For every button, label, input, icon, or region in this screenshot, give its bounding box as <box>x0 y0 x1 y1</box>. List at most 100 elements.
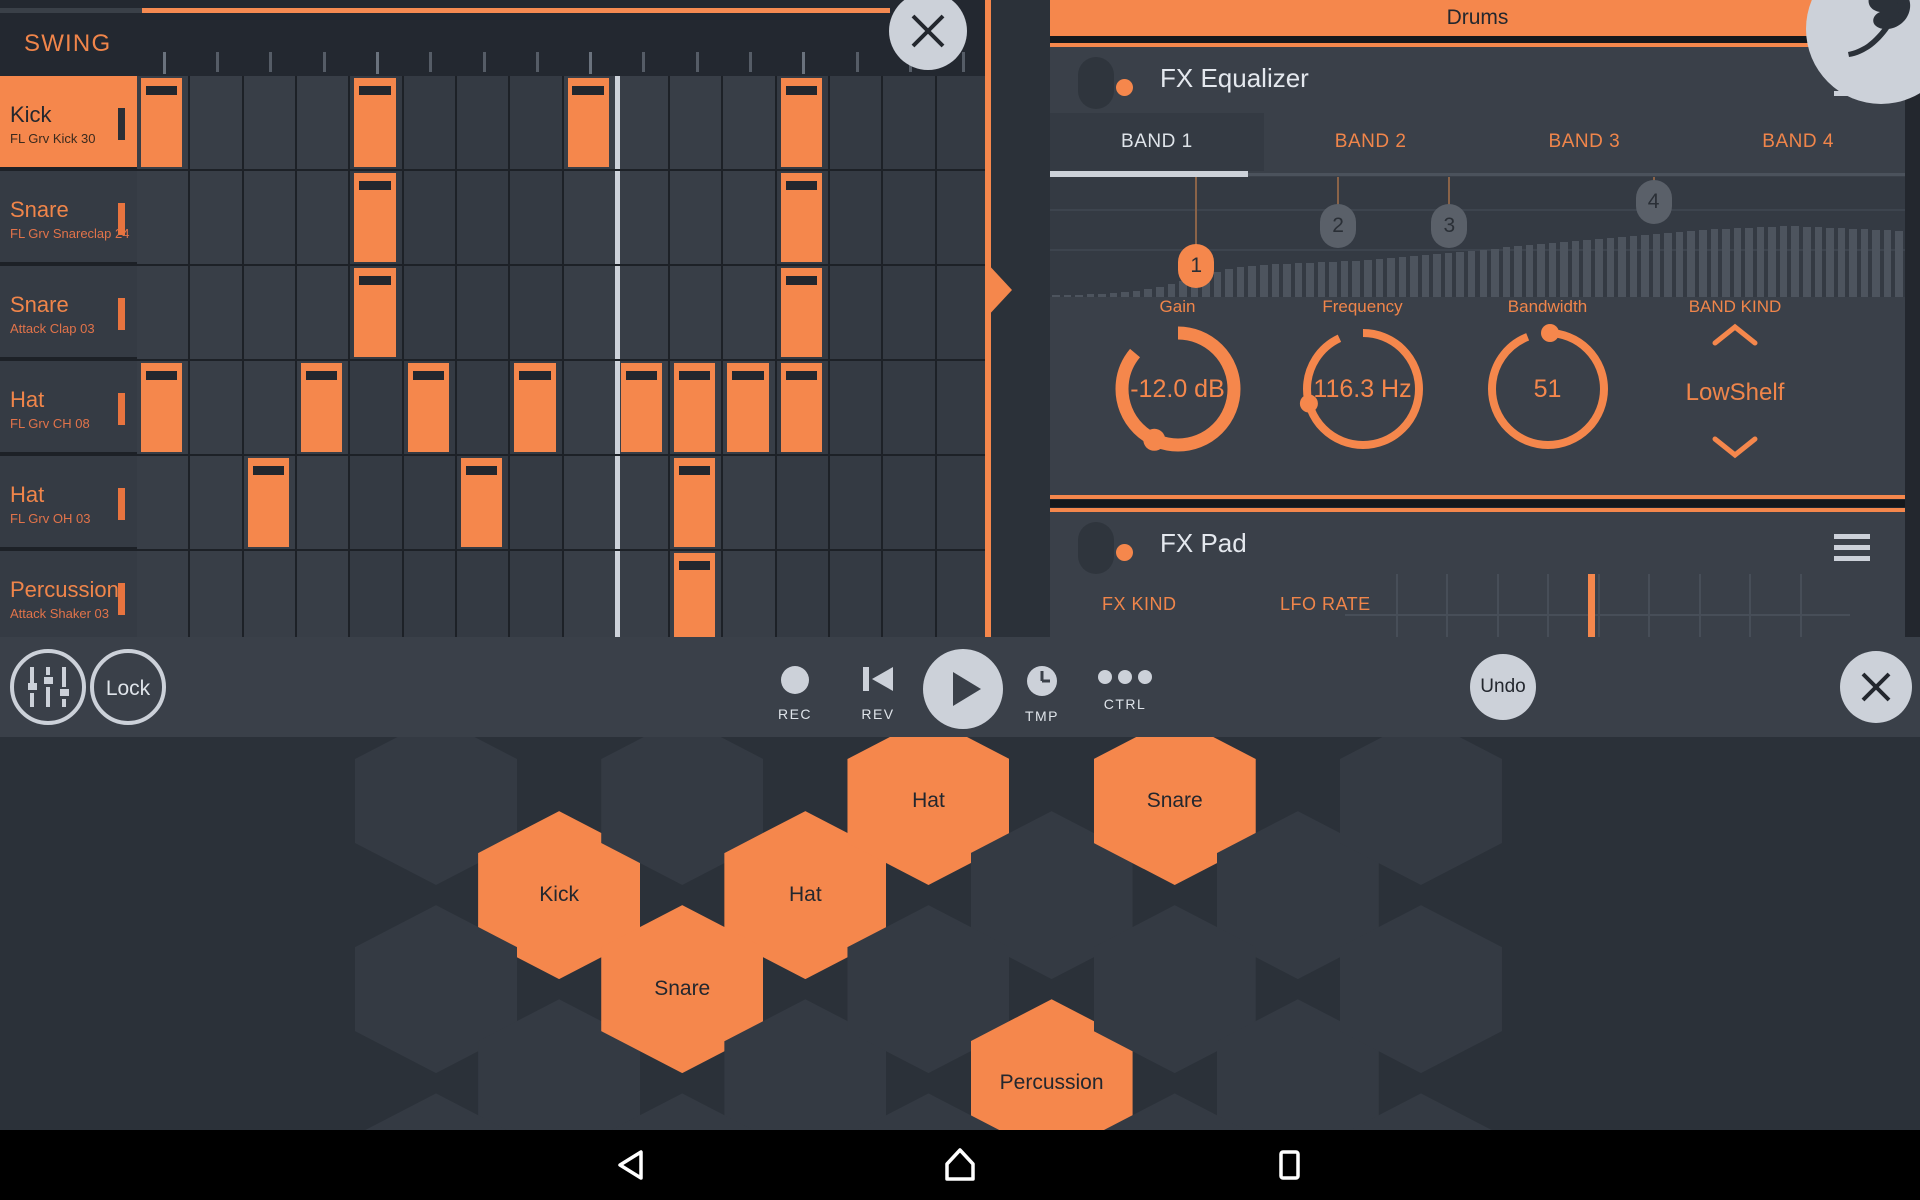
swing-slider-track[interactable] <box>0 8 142 13</box>
step-cell[interactable] <box>190 76 244 169</box>
swing-slider-fill[interactable] <box>142 8 890 13</box>
eq-band-handle[interactable]: 2 <box>1320 204 1357 249</box>
step-cell[interactable] <box>883 456 937 549</box>
tempo-button[interactable]: TMP <box>1012 665 1072 724</box>
step-cell[interactable] <box>456 551 511 637</box>
close-panel-button[interactable] <box>1840 651 1912 723</box>
track-volume-indicator[interactable] <box>118 203 125 235</box>
step-cell[interactable] <box>830 456 884 549</box>
track-volume-indicator[interactable] <box>118 393 125 425</box>
step-cell[interactable] <box>830 361 884 454</box>
step-cell[interactable] <box>190 456 244 549</box>
step-cell[interactable] <box>296 171 351 264</box>
panel-expand-arrow-icon[interactable] <box>986 262 1012 318</box>
step-cell[interactable] <box>936 551 990 637</box>
playhead[interactable] <box>614 361 620 454</box>
step-cell[interactable] <box>670 266 724 359</box>
playhead[interactable] <box>614 171 620 264</box>
beat-ruler[interactable] <box>137 52 990 76</box>
step-cell[interactable] <box>936 76 990 169</box>
step-cell[interactable] <box>456 171 511 264</box>
step-note[interactable] <box>141 363 183 452</box>
step-cell[interactable] <box>243 76 297 169</box>
step-cell[interactable] <box>403 76 457 169</box>
eq-band-handle[interactable]: 3 <box>1431 204 1468 249</box>
eq-knob[interactable]: Bandwidth 51 <box>1450 297 1645 457</box>
step-cell[interactable] <box>190 266 244 359</box>
eq-band-tab[interactable]: BAND 4 <box>1691 113 1905 171</box>
step-cell[interactable] <box>510 551 564 637</box>
step-cell[interactable] <box>137 456 191 549</box>
playhead[interactable] <box>614 551 620 637</box>
eq-curve-display[interactable]: 1 2 3 4 <box>1050 177 1905 297</box>
step-cell[interactable] <box>723 76 777 169</box>
playhead[interactable] <box>614 456 620 549</box>
step-note[interactable] <box>354 268 396 357</box>
band-kind-selector[interactable]: BAND KIND LowShelf <box>1650 297 1820 461</box>
ctrl-button[interactable]: CTRL <box>1092 669 1158 712</box>
step-cell[interactable] <box>723 551 777 637</box>
knob-dial[interactable]: -12.0 dB <box>1110 321 1246 457</box>
step-cell[interactable] <box>296 266 351 359</box>
step-cell[interactable] <box>563 551 617 637</box>
step-cell[interactable] <box>776 551 831 637</box>
step-cell[interactable] <box>403 266 457 359</box>
step-cell[interactable] <box>296 76 351 169</box>
step-cell[interactable] <box>616 171 671 264</box>
step-cell[interactable] <box>936 266 990 359</box>
step-cell[interactable] <box>616 266 671 359</box>
step-note[interactable] <box>567 78 609 167</box>
sequencer-rows[interactable]: Kick FL Grv Kick 30 Snare FL Grv Snareclap … <box>0 76 990 637</box>
step-cell[interactable] <box>190 551 244 637</box>
step-cell[interactable] <box>243 171 297 264</box>
step-cell[interactable] <box>830 266 884 359</box>
playhead[interactable] <box>614 266 620 359</box>
eq-knob[interactable]: Frequency 116.3 Hz <box>1265 297 1460 457</box>
record-button[interactable]: REC <box>765 665 825 722</box>
step-cell[interactable] <box>296 456 351 549</box>
step-note[interactable] <box>247 458 289 547</box>
step-note[interactable] <box>674 363 716 452</box>
track-header[interactable]: Kick FL Grv Kick 30 <box>0 76 137 169</box>
eq-knob-row[interactable]: Gain -12.0 dB Frequency 116.3 Hz Bandwidth 51… <box>1050 297 1905 487</box>
fx-equalizer-power-toggle[interactable] <box>1078 57 1133 109</box>
eq-band-handle[interactable]: 1 <box>1178 243 1215 288</box>
step-note[interactable] <box>674 553 716 637</box>
sequencer-track-row[interactable]: Kick FL Grv Kick 30 <box>0 76 990 171</box>
android-back-button[interactable] <box>612 1144 654 1191</box>
track-header[interactable]: Percussion Attack Shaker 03 <box>0 551 137 637</box>
step-cell[interactable] <box>670 171 724 264</box>
step-cell[interactable] <box>137 551 191 637</box>
playhead[interactable] <box>614 76 620 169</box>
eq-band-handle[interactable]: 4 <box>1635 180 1672 225</box>
track-step-grid[interactable] <box>137 266 990 359</box>
step-cell[interactable] <box>510 171 564 264</box>
step-cell[interactable] <box>456 266 511 359</box>
sequencer-track-row[interactable]: Hat FL Grv OH 03 <box>0 456 990 551</box>
chevron-up-icon[interactable] <box>1710 321 1760 349</box>
step-cell[interactable] <box>883 266 937 359</box>
step-cell[interactable] <box>243 361 297 454</box>
track-volume-indicator[interactable] <box>118 583 125 615</box>
lock-button[interactable]: Lock <box>90 649 166 725</box>
step-cell[interactable] <box>563 456 617 549</box>
step-cell[interactable] <box>563 266 617 359</box>
step-cell[interactable] <box>243 266 297 359</box>
step-cell[interactable] <box>296 551 351 637</box>
step-cell[interactable] <box>510 456 564 549</box>
hamburger-icon[interactable] <box>1834 534 1870 561</box>
step-note[interactable] <box>780 173 823 262</box>
android-home-button[interactable] <box>939 1144 981 1191</box>
step-cell[interactable] <box>190 361 244 454</box>
eq-band-tab[interactable]: BAND 1 <box>1050 113 1264 171</box>
step-cell[interactable] <box>936 361 990 454</box>
step-cell[interactable] <box>830 76 884 169</box>
step-cell[interactable] <box>137 171 191 264</box>
step-cell[interactable] <box>936 171 990 264</box>
step-note[interactable] <box>514 363 556 452</box>
step-cell[interactable] <box>883 76 937 169</box>
step-cell[interactable] <box>670 76 724 169</box>
sequencer-track-row[interactable]: Percussion Attack Shaker 03 <box>0 551 990 637</box>
step-cell[interactable] <box>776 456 831 549</box>
step-cell[interactable] <box>563 361 617 454</box>
